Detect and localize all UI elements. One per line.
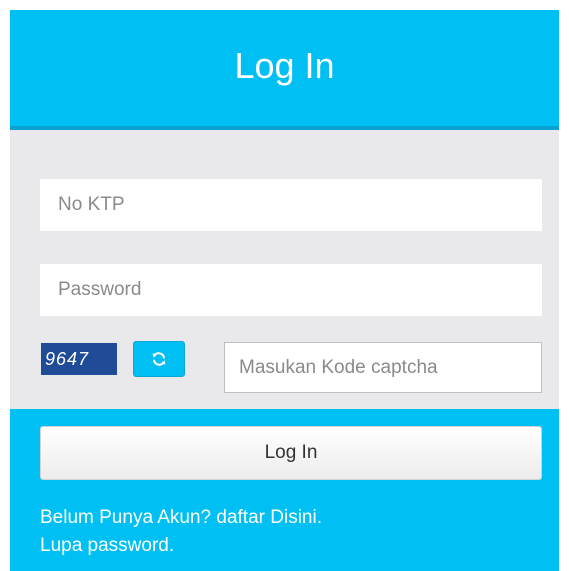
captcha-code-text: 9647 bbox=[45, 348, 90, 369]
register-link[interactable]: Belum Punya Akun? daftar Disini. bbox=[40, 507, 322, 529]
login-footer: Log In Belum Punya Akun? daftar Disini. … bbox=[10, 409, 559, 571]
login-header: Log In bbox=[10, 10, 559, 130]
login-button[interactable]: Log In bbox=[40, 426, 542, 480]
password-input[interactable] bbox=[40, 264, 542, 316]
captcha-image: 9647 bbox=[41, 343, 117, 375]
page-title: Log In bbox=[234, 45, 335, 86]
ktp-input[interactable] bbox=[40, 179, 542, 231]
forgot-password-link[interactable]: Lupa password. bbox=[40, 535, 174, 557]
login-panel: Log In 9647 Log In Belum Punya Akun? daf… bbox=[10, 10, 559, 571]
refresh-captcha-button[interactable] bbox=[133, 341, 185, 377]
refresh-icon bbox=[152, 352, 166, 366]
captcha-input[interactable] bbox=[224, 342, 542, 393]
